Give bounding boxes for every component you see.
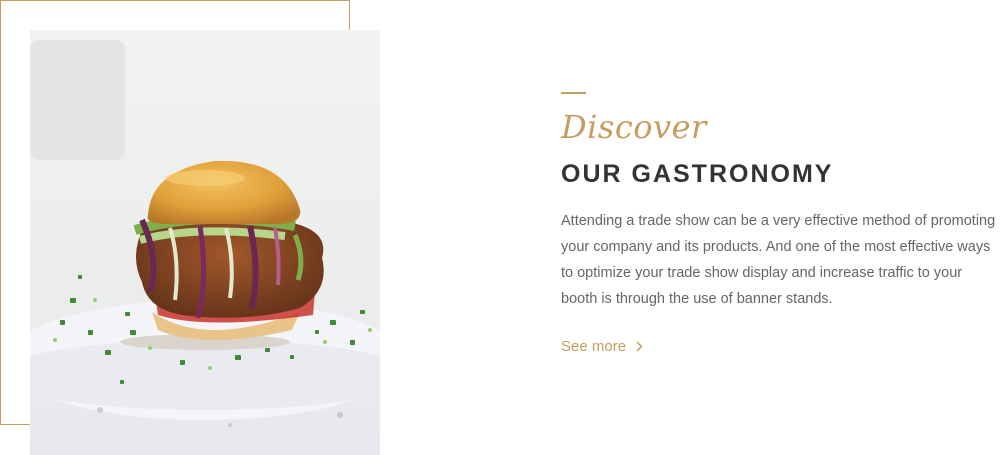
section-title: OUR GASTRONOMY [561,160,834,188]
gastronomy-section: Discover OUR GASTRONOMY Attending a trad… [0,0,1006,455]
chevron-right-icon [636,341,643,352]
see-more-link[interactable]: See more [561,338,643,355]
burger-photo [30,30,380,455]
section-kicker: Discover [561,108,707,146]
section-description: Attending a trade show can be a very eff… [561,213,996,307]
see-more-label: See more [561,338,627,355]
accent-divider [561,92,586,94]
